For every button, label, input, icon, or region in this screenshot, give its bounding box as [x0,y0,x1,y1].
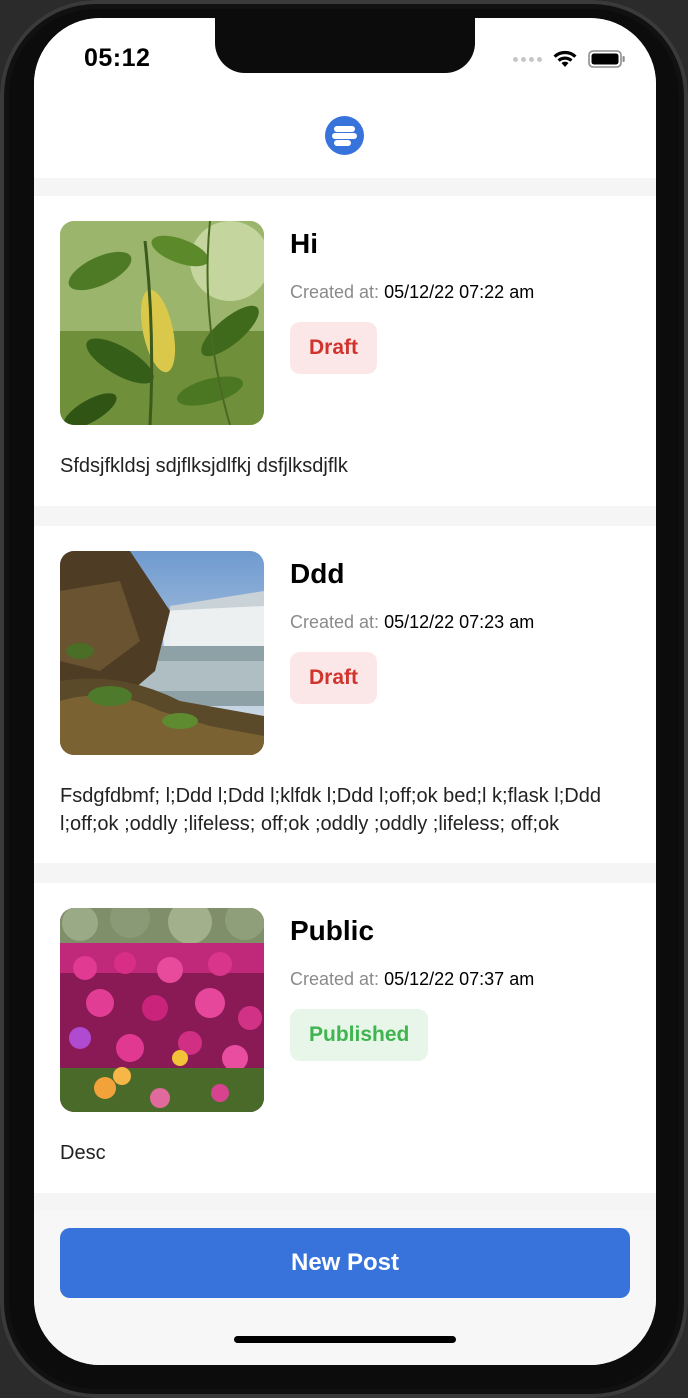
post-card[interactable]: Hi Created at: 05/12/22 07:22 am Draft S… [34,196,656,506]
created-at-label: Created at: [290,969,380,989]
post-title: Hi [290,228,318,259]
wifi-icon [553,50,577,67]
leaves-photo [60,221,264,425]
post-created-at: Created at: 05/12/22 07:22 am [290,282,534,303]
battery-icon [588,50,625,68]
device-notch [215,18,475,73]
phone-frame: 05:12 Hi Created at: 05/12/22 07:22 am D… [0,0,688,1398]
status-badge: Draft [290,322,378,374]
created-at-value: 05/12/22 07:22 am [384,282,535,302]
flowers-photo [60,908,264,1112]
post-created-at: Created at: 05/12/22 07:37 am [290,969,534,990]
post-created-at: Created at: 05/12/22 07:23 am [290,612,534,633]
status-icons [513,46,626,72]
status-badge: Draft [290,652,378,704]
created-at-value: 05/12/22 07:37 am [384,969,535,989]
post-description: Sfdsjfkldsj sdjflksjdlfkj dsfjlksdjflk [60,455,348,477]
post-card[interactable]: Ddd Created at: 05/12/22 07:23 am Draft … [34,526,656,863]
post-description: Fsdgfdbmf; l;Ddd l;Ddd l;klfdk l;Ddd l;o… [60,785,601,835]
app-logo-icon [325,116,364,155]
post-title: Ddd [290,558,345,589]
status-time: 05:12 [84,44,151,72]
new-post-button[interactable]: New Post [60,1228,630,1298]
footer-bar: New Post [34,1210,656,1365]
post-card[interactable]: Public Created at: 05/12/22 07:37 am Pub… [34,883,656,1193]
post-title: Public [290,915,375,946]
home-indicator [234,1336,456,1343]
status-badge: Published [290,1009,429,1061]
created-at-value: 05/12/22 07:23 am [384,612,535,632]
waterfall-photo [60,551,264,755]
post-description: Desc [60,1142,106,1164]
created-at-label: Created at: [290,612,380,632]
signal-icon [513,56,542,62]
app-screen: 05:12 Hi Created at: 05/12/22 07:22 am D… [34,18,656,1365]
created-at-label: Created at: [290,282,380,302]
